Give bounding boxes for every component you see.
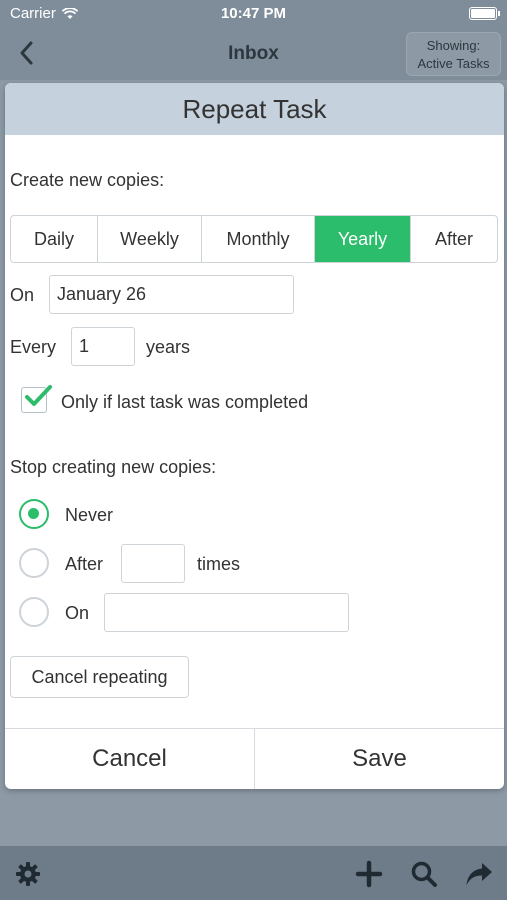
on-date-input[interactable]: January 26	[49, 275, 294, 314]
segment-monthly[interactable]: Monthly	[202, 216, 315, 262]
showing-filter-button[interactable]: Showing: Active Tasks	[406, 32, 501, 76]
only-if-completed-label: Only if last task was completed	[61, 392, 309, 412]
frequency-segmented-control: Daily Weekly Monthly Yearly After	[10, 215, 498, 263]
showing-label: Showing:	[426, 38, 481, 53]
every-label: Every	[10, 337, 57, 357]
stop-on-label: On	[65, 603, 90, 623]
cancel-button[interactable]: Cancel	[5, 729, 255, 789]
segment-weekly[interactable]: Weekly	[98, 216, 202, 262]
stop-on-date-input[interactable]	[104, 593, 349, 632]
on-label: On	[10, 285, 35, 305]
every-input[interactable]: 1	[71, 327, 135, 366]
segment-daily[interactable]: Daily	[11, 216, 98, 262]
showing-value: Active Tasks	[417, 56, 490, 71]
radio-never[interactable]	[19, 499, 49, 529]
battery-icon	[469, 7, 500, 20]
segment-after[interactable]: After	[411, 216, 497, 262]
create-copies-label: Create new copies:	[10, 170, 165, 190]
gear-icon[interactable]	[14, 860, 42, 888]
status-time: 10:47 PM	[220, 5, 287, 22]
bottom-toolbar	[0, 846, 507, 900]
segment-yearly[interactable]: Yearly	[315, 216, 411, 262]
cancel-repeating-button[interactable]: Cancel repeating	[10, 656, 189, 698]
only-if-completed-checkbox[interactable]	[21, 385, 52, 413]
radio-after[interactable]	[19, 548, 49, 578]
radio-on[interactable]	[19, 597, 49, 627]
never-label: Never	[65, 505, 114, 525]
status-bar: Carrier 10:47 PM	[0, 0, 507, 28]
dialog-title: Repeat Task	[5, 83, 504, 135]
search-icon[interactable]	[410, 860, 438, 888]
stop-copies-label: Stop creating new copies:	[10, 457, 217, 477]
every-unit-label: years	[146, 337, 191, 357]
repeat-task-dialog: Repeat Task Create new copies: Daily Wee…	[5, 83, 504, 789]
after-label: After	[65, 554, 104, 574]
plus-icon[interactable]	[355, 860, 383, 888]
after-times-input[interactable]	[121, 544, 185, 583]
times-label: times	[197, 554, 241, 574]
checkmark-icon	[25, 385, 52, 406]
share-icon[interactable]	[465, 860, 493, 888]
save-button[interactable]: Save	[255, 729, 504, 789]
dialog-footer: Cancel Save	[5, 728, 504, 789]
nav-bar: Inbox Showing: Active Tasks	[0, 28, 507, 80]
